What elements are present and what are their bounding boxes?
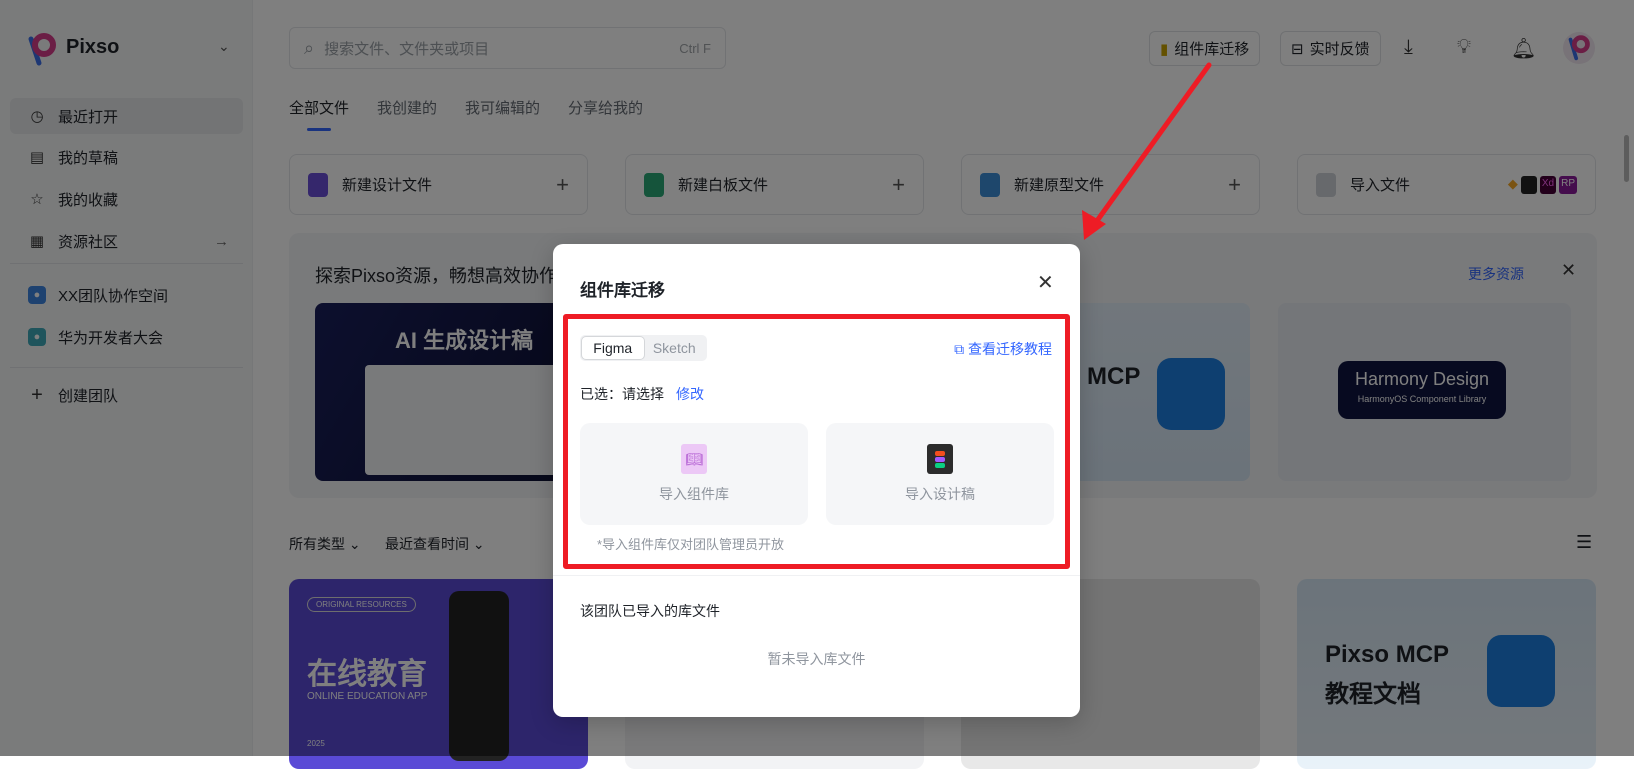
empty-state: 暂未导入库文件 — [767, 651, 866, 667]
migrate-dialog: 组件库迁移 ✕ Figma Sketch ⧉ 查看迁移教程 已选：请选择 修改 📖… — [553, 244, 1080, 717]
imported-libraries-heading: 该团队已导入的库文件 — [580, 603, 720, 619]
close-icon[interactable]: ✕ — [1037, 270, 1054, 295]
divider — [553, 575, 1080, 576]
dialog-title: 组件库迁移 — [580, 281, 665, 300]
annotation-highlight-box — [563, 314, 1070, 569]
